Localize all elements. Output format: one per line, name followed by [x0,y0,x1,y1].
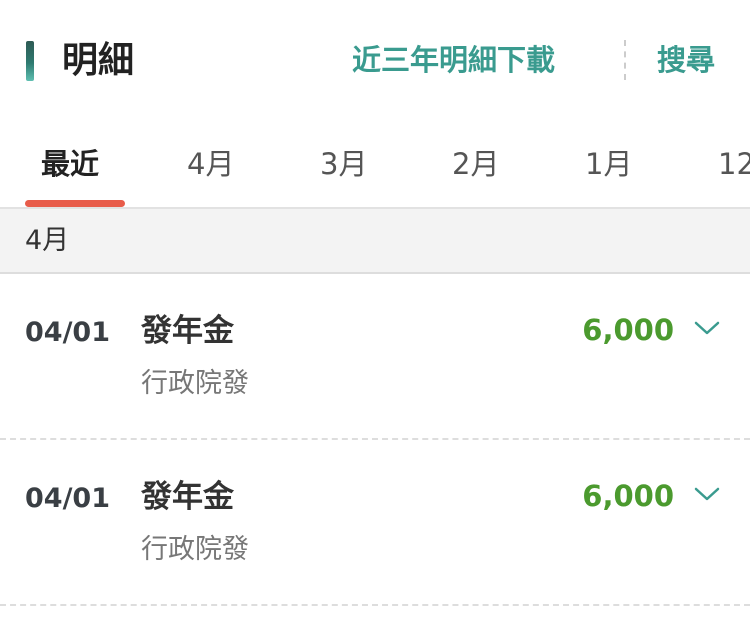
tab-december[interactable]: 12 [718,142,750,186]
list-item[interactable]: 04/01 發年金 行政院發 6,000 [0,440,750,606]
item-subtitle: 行政院發 [141,534,249,565]
item-amount: 6,000 [582,313,674,347]
item-title: 發年金 [141,313,234,349]
section-header: 4月 [0,209,750,274]
search-link[interactable]: 搜尋 [657,38,715,82]
list-item[interactable]: 04/01 發年金 行政院發 6,000 [0,274,750,440]
item-subtitle: 行政院發 [141,368,249,399]
page-header: 明細 近三年明細下載 搜尋 [0,0,750,120]
item-date: 04/01 [25,317,111,348]
download-3-years-link[interactable]: 近三年明細下載 [352,38,555,82]
header-divider [624,40,626,80]
active-tab-indicator [25,200,125,207]
section-label: 4月 [25,225,70,256]
chevron-down-icon[interactable] [693,483,721,505]
page-title: 明細 [62,40,135,81]
tab-march[interactable]: 3月 [320,142,367,186]
tab-february[interactable]: 2月 [452,142,499,186]
title-accent-bar [26,41,34,81]
month-tabs: 最近 4月 3月 2月 1月 12 [0,120,750,209]
tab-january[interactable]: 1月 [585,142,632,186]
tab-recent[interactable]: 最近 [41,142,99,186]
chevron-down-icon[interactable] [693,317,721,339]
item-amount: 6,000 [582,479,674,513]
tab-april[interactable]: 4月 [187,142,234,186]
item-title: 發年金 [141,479,234,515]
item-date: 04/01 [25,483,111,514]
